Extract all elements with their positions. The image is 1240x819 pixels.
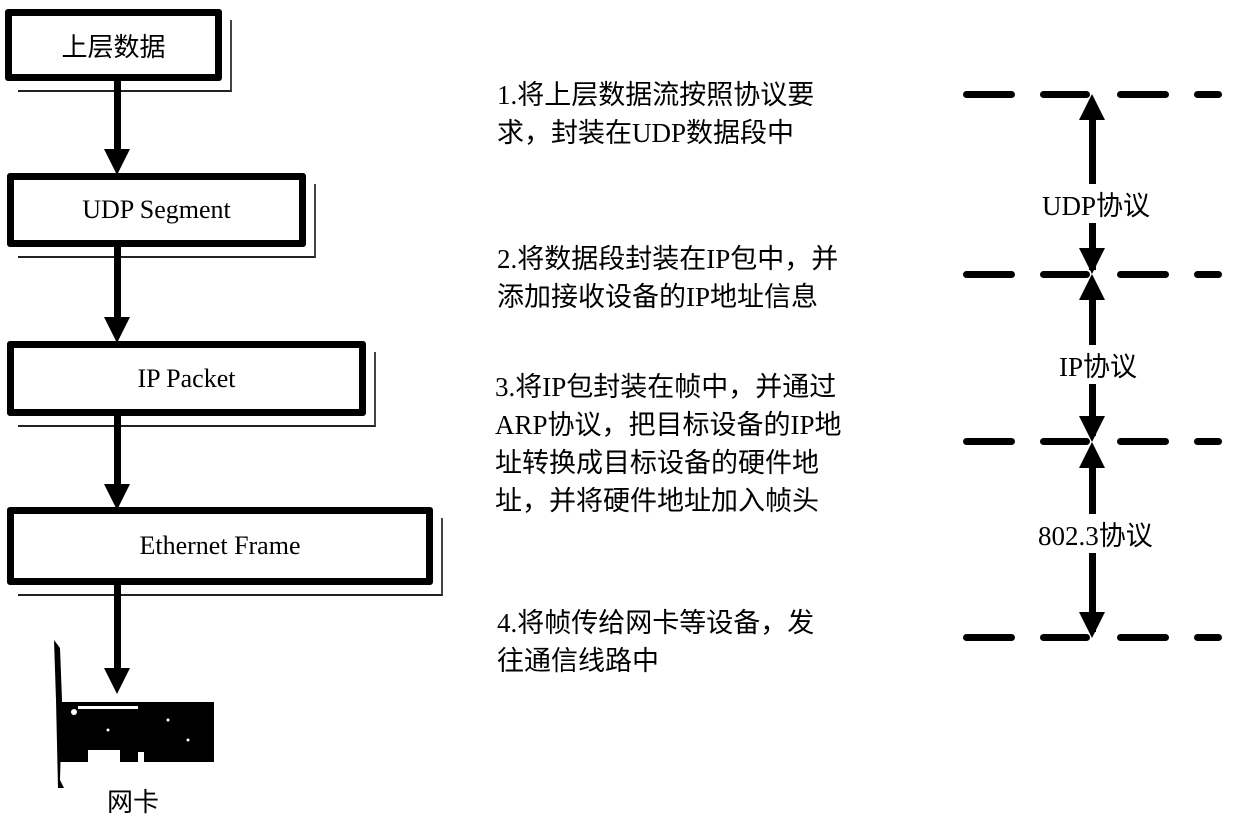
- step-line: 往通信线路中: [497, 646, 659, 676]
- arrow-up-icon: [1079, 442, 1105, 468]
- box-label: Ethernet Frame: [139, 531, 301, 560]
- arrow-down-icon: [104, 317, 130, 343]
- arrow-up-icon: [1079, 274, 1105, 300]
- protocol-label-8023: 802.3协议: [1036, 514, 1155, 553]
- connector-line: [114, 416, 121, 488]
- protocol-label-ip: IP协议: [1057, 345, 1140, 384]
- step-line: 址，并将硬件地址加入帧头: [495, 486, 819, 516]
- box-ethernet-frame: Ethernet Frame: [7, 507, 433, 585]
- arrow-down-icon: [1079, 248, 1105, 274]
- step-3: 3.将IP包封装在帧中，并通过 ARP协议，把目标设备的IP地 址转换成目标设备…: [495, 368, 842, 520]
- box-label: IP Packet: [137, 363, 236, 393]
- step-line: 4.将帧传给网卡等设备，发: [497, 608, 815, 638]
- step-line: 1.将上层数据流按照协议要: [497, 80, 815, 110]
- box-ip-packet: IP Packet: [7, 341, 366, 416]
- step-2: 2.将数据段封装在IP包中，并 添加接收设备的IP地址信息: [497, 240, 838, 316]
- arrow-down-icon: [1079, 416, 1105, 442]
- connector-line: [114, 81, 121, 153]
- step-line: 址转换成目标设备的硬件地: [495, 448, 819, 478]
- step-1: 1.将上层数据流按照协议要 求，封装在UDP数据段中: [497, 76, 814, 152]
- connector-line: [114, 247, 121, 321]
- step-line: 添加接收设备的IP地址信息: [497, 282, 819, 312]
- box-upper-layer-data: 上层数据: [5, 9, 222, 81]
- arrow-down-icon: [104, 149, 130, 175]
- box-label: UDP Segment: [82, 195, 231, 224]
- arrow-up-icon: [1079, 94, 1105, 120]
- step-line: ARP协议，把目标设备的IP地: [495, 410, 842, 440]
- network-card-icon: [54, 640, 214, 788]
- step-line: 求，封装在UDP数据段中: [497, 118, 795, 148]
- box-udp-segment: UDP Segment: [7, 173, 306, 247]
- step-line: 3.将IP包封装在帧中，并通过: [495, 372, 837, 402]
- nic-caption: 网卡: [107, 788, 160, 817]
- step-line: 2.将数据段封装在IP包中，并: [497, 244, 839, 274]
- protocol-label-udp: UDP协议: [1040, 184, 1153, 223]
- arrow-down-icon: [1079, 612, 1105, 638]
- step-4: 4.将帧传给网卡等设备，发 往通信线路中: [497, 604, 814, 680]
- box-label: 上层数据: [61, 32, 166, 62]
